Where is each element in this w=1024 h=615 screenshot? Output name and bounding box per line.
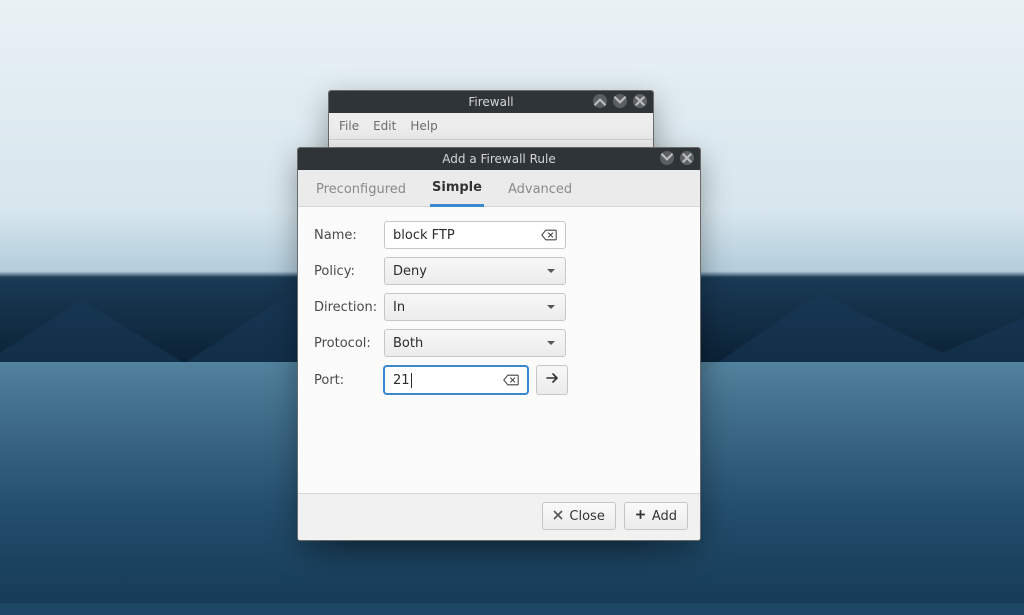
policy-value: Deny xyxy=(393,264,427,279)
dialog-titlebar[interactable]: Add a Firewall Rule xyxy=(298,148,700,170)
name-value: block FTP xyxy=(393,228,455,243)
text-caret xyxy=(411,373,412,388)
label-direction: Direction: xyxy=(314,300,384,315)
port-value: 21 xyxy=(393,373,410,388)
backspace-icon[interactable] xyxy=(503,374,519,386)
add-rule-dialog: Add a Firewall Rule Preconfigured Simple… xyxy=(297,147,701,541)
x-icon xyxy=(553,509,563,524)
tab-simple[interactable]: Simple xyxy=(430,172,484,207)
direction-value: In xyxy=(393,300,405,315)
menu-file[interactable]: File xyxy=(339,119,359,133)
label-protocol: Protocol: xyxy=(314,336,384,351)
backspace-icon[interactable] xyxy=(541,229,557,241)
dialog-footer: Close Add xyxy=(298,493,700,538)
direction-select[interactable]: In xyxy=(384,293,566,321)
port-lookup-button[interactable] xyxy=(536,365,568,395)
dialog-title: Add a Firewall Rule xyxy=(442,152,555,166)
arrow-right-icon xyxy=(545,371,559,389)
close-button[interactable]: Close xyxy=(542,502,615,530)
firewall-titlebar[interactable]: Firewall xyxy=(329,91,653,113)
port-input[interactable]: 21 xyxy=(384,366,528,394)
menu-help[interactable]: Help xyxy=(410,119,437,133)
close-button-label: Close xyxy=(569,509,604,524)
close-icon[interactable] xyxy=(680,151,694,165)
maximize-icon[interactable] xyxy=(660,151,674,165)
menu-edit[interactable]: Edit xyxy=(373,119,396,133)
plus-icon xyxy=(635,509,646,524)
name-input[interactable]: block FTP xyxy=(384,221,566,249)
label-port: Port: xyxy=(314,373,384,388)
label-name: Name: xyxy=(314,228,384,243)
minimize-icon[interactable] xyxy=(593,94,607,108)
policy-select[interactable]: Deny xyxy=(384,257,566,285)
tab-bar: Preconfigured Simple Advanced xyxy=(298,170,700,207)
add-button-label: Add xyxy=(652,509,677,524)
add-button[interactable]: Add xyxy=(624,502,688,530)
tab-advanced[interactable]: Advanced xyxy=(506,174,574,206)
maximize-icon[interactable] xyxy=(613,94,627,108)
menubar: File Edit Help xyxy=(329,113,653,140)
label-policy: Policy: xyxy=(314,264,384,279)
firewall-title: Firewall xyxy=(468,95,513,109)
form-simple: Name: block FTP Policy: Deny Direction: … xyxy=(298,207,700,493)
protocol-value: Both xyxy=(393,336,423,351)
tab-preconfigured[interactable]: Preconfigured xyxy=(314,174,408,206)
close-icon[interactable] xyxy=(633,94,647,108)
protocol-select[interactable]: Both xyxy=(384,329,566,357)
